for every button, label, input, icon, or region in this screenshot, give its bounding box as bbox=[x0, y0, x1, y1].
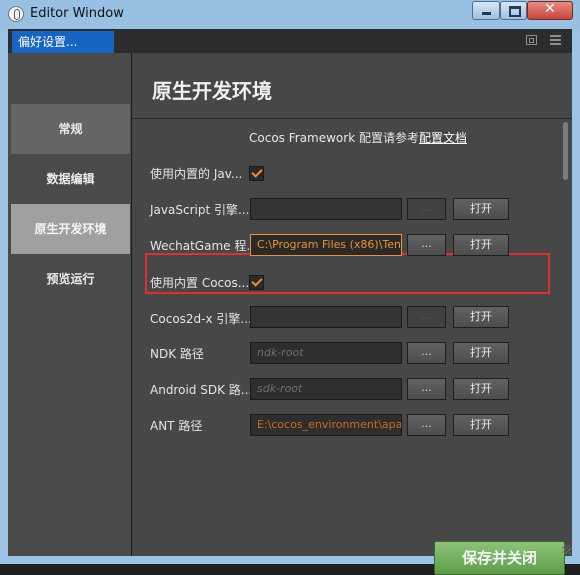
editor-window: Editor Window ✕ 偏好设置... 常规 数据编辑 原生开发环境 预… bbox=[0, 0, 580, 575]
ant-path-input[interactable]: E:\cocos_environment\apa bbox=[250, 414, 402, 436]
android-sdk-browse-button[interactable]: ... bbox=[407, 378, 446, 400]
js-engine-open-button[interactable]: 打开 bbox=[453, 198, 509, 220]
ant-path-label: ANT 路径 bbox=[150, 419, 203, 433]
config-doc-link[interactable]: 配置文档 bbox=[419, 131, 467, 145]
save-and-close-button[interactable]: 保存并关闭 bbox=[434, 541, 565, 575]
ant-open-button[interactable]: 打开 bbox=[453, 414, 509, 436]
app-icon bbox=[8, 6, 24, 22]
builtin-js-checkbox[interactable] bbox=[249, 166, 264, 181]
menu-icon[interactable] bbox=[550, 35, 561, 45]
cocos2dx-engine-label: Cocos2d-x 引擎... bbox=[150, 312, 252, 326]
window-content: 偏好设置... 常规 数据编辑 原生开发环境 预览运行 原生开发环境 Cocos… bbox=[8, 29, 572, 575]
main-panel: 原生开发环境 Cocos Framework 配置请参考配置文档 使用内置的 J… bbox=[132, 53, 572, 575]
ndk-browse-button[interactable]: ... bbox=[407, 342, 446, 364]
config-note: Cocos Framework 配置请参考配置文档 bbox=[249, 129, 467, 146]
window-title: Editor Window bbox=[30, 6, 124, 21]
cocos2dx-open-button[interactable]: 打开 bbox=[453, 306, 509, 328]
tab-bar: 偏好设置... bbox=[8, 29, 572, 53]
android-sdk-label: Android SDK 路... bbox=[150, 383, 253, 397]
wechatgame-path-input[interactable]: C:\Program Files (x86)\Ten bbox=[250, 234, 402, 256]
wechatgame-label: WechatGame 程... bbox=[150, 239, 258, 253]
cocos2dx-path-input bbox=[250, 306, 402, 328]
sidebar: 常规 数据编辑 原生开发环境 预览运行 bbox=[8, 53, 132, 556]
sidebar-item-preview-run[interactable]: 预览运行 bbox=[11, 254, 130, 304]
resize-grip[interactable] bbox=[562, 545, 571, 554]
builtin-cocos-checkbox[interactable] bbox=[249, 275, 264, 290]
ndk-path-label: NDK 路径 bbox=[150, 347, 204, 361]
android-sdk-path-input[interactable]: sdk-root bbox=[250, 378, 402, 400]
popout-icon[interactable] bbox=[526, 35, 537, 45]
close-icon: ✕ bbox=[544, 1, 556, 17]
ndk-open-button[interactable]: 打开 bbox=[453, 342, 509, 364]
sidebar-item-data-editing[interactable]: 数据编辑 bbox=[11, 154, 130, 204]
ant-browse-button[interactable]: ... bbox=[407, 414, 446, 436]
title-bar[interactable]: Editor Window ✕ bbox=[0, 0, 580, 29]
android-sdk-open-button[interactable]: 打开 bbox=[453, 378, 509, 400]
wechatgame-open-button[interactable]: 打开 bbox=[453, 234, 509, 256]
wechatgame-browse-button[interactable]: ... bbox=[407, 234, 446, 256]
divider bbox=[132, 118, 572, 119]
builtin-cocos-label: 使用内置 Cocos... bbox=[150, 276, 250, 290]
config-note-text: Cocos Framework 配置请参考 bbox=[249, 131, 419, 145]
close-button[interactable]: ✕ bbox=[527, 1, 573, 20]
js-engine-path-input bbox=[250, 198, 402, 220]
maximize-button[interactable] bbox=[500, 1, 527, 20]
scrollbar[interactable] bbox=[563, 122, 568, 180]
ndk-path-input[interactable]: ndk-root bbox=[250, 342, 402, 364]
js-engine-label: JavaScript 引擎... bbox=[150, 203, 250, 217]
sidebar-item-native-environment[interactable]: 原生开发环境 bbox=[11, 204, 130, 254]
tab-preferences[interactable]: 偏好设置... bbox=[12, 31, 114, 53]
sidebar-item-general[interactable]: 常规 bbox=[11, 104, 130, 154]
builtin-js-label: 使用内置的 Jav... bbox=[150, 167, 243, 181]
minimize-button[interactable] bbox=[472, 1, 500, 20]
page-title: 原生开发环境 bbox=[152, 79, 272, 103]
js-engine-browse-button: ... bbox=[407, 198, 446, 220]
cocos2dx-browse-button: ... bbox=[407, 306, 446, 328]
